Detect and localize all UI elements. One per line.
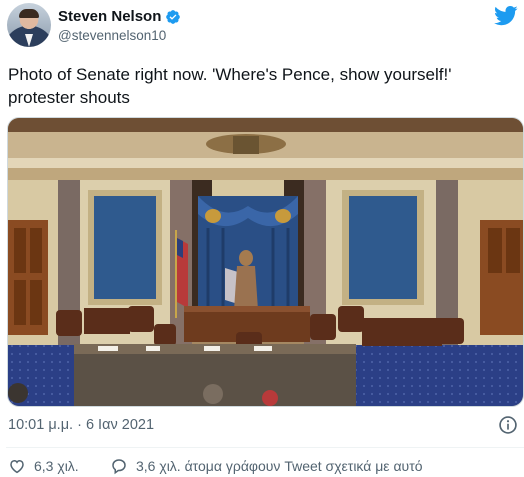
speech-bubble-icon: [112, 459, 126, 475]
reply-count: 3,6 χιλ. άτομα γράφουν Tweet σχετικά με …: [136, 458, 423, 474]
senate-chamber-image: [8, 118, 523, 406]
tweet-text: Photo of Senate right now. 'Where's Penc…: [8, 65, 452, 107]
tweet-actions: 6,3 χιλ. 3,6 χιλ. άτομα γράφουν Tweet σχ…: [0, 455, 524, 477]
divider: [6, 447, 524, 448]
tweet-timestamp[interactable]: 10:01 μ.μ. · 6 Ιαν 2021: [8, 417, 154, 433]
verified-badge-icon: [166, 9, 181, 24]
tweet-photo[interactable]: [7, 117, 524, 407]
avatar[interactable]: [7, 3, 51, 47]
info-icon[interactable]: [498, 415, 518, 435]
twitter-bird-icon[interactable]: [494, 6, 518, 26]
like-count: 6,3 χιλ.: [34, 458, 79, 474]
author-handle[interactable]: @stevennelson10: [58, 28, 166, 43]
heart-icon: [10, 459, 24, 474]
author-name-row[interactable]: Steven Nelson: [58, 8, 181, 25]
tweet-header: Steven Nelson @stevennelson10: [0, 0, 524, 52]
author-name[interactable]: Steven Nelson: [58, 8, 161, 25]
like-button[interactable]: 6,3 χιλ.: [8, 457, 79, 475]
reply-button[interactable]: 3,6 χιλ. άτομα γράφουν Tweet σχετικά με …: [110, 457, 423, 475]
